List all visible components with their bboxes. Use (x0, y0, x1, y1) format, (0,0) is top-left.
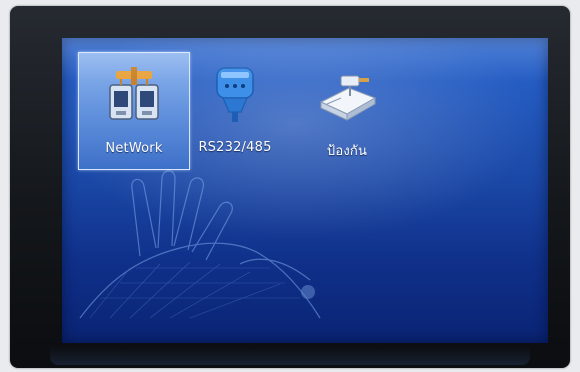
protection-device-icon (319, 75, 377, 121)
network-icon (109, 67, 159, 120)
menu-item-protection[interactable]: ป้องกัน (294, 52, 400, 170)
menu-item-rs232-485[interactable]: RS232/485 (182, 52, 288, 170)
menu-item-label: ป้องกัน (326, 144, 368, 159)
hand-watermark-icon (79, 170, 321, 319)
menu-item-label: RS232/485 (198, 140, 272, 155)
menu-item-network[interactable]: NetWork (78, 52, 190, 170)
menu-item-label: NetWork (105, 141, 163, 156)
serial-port-icon (216, 67, 254, 122)
device-screen: NetWork RS232/485 ป้องกัน (62, 38, 548, 343)
device-bezel: NetWork RS232/485 ป้องกัน (10, 6, 570, 368)
